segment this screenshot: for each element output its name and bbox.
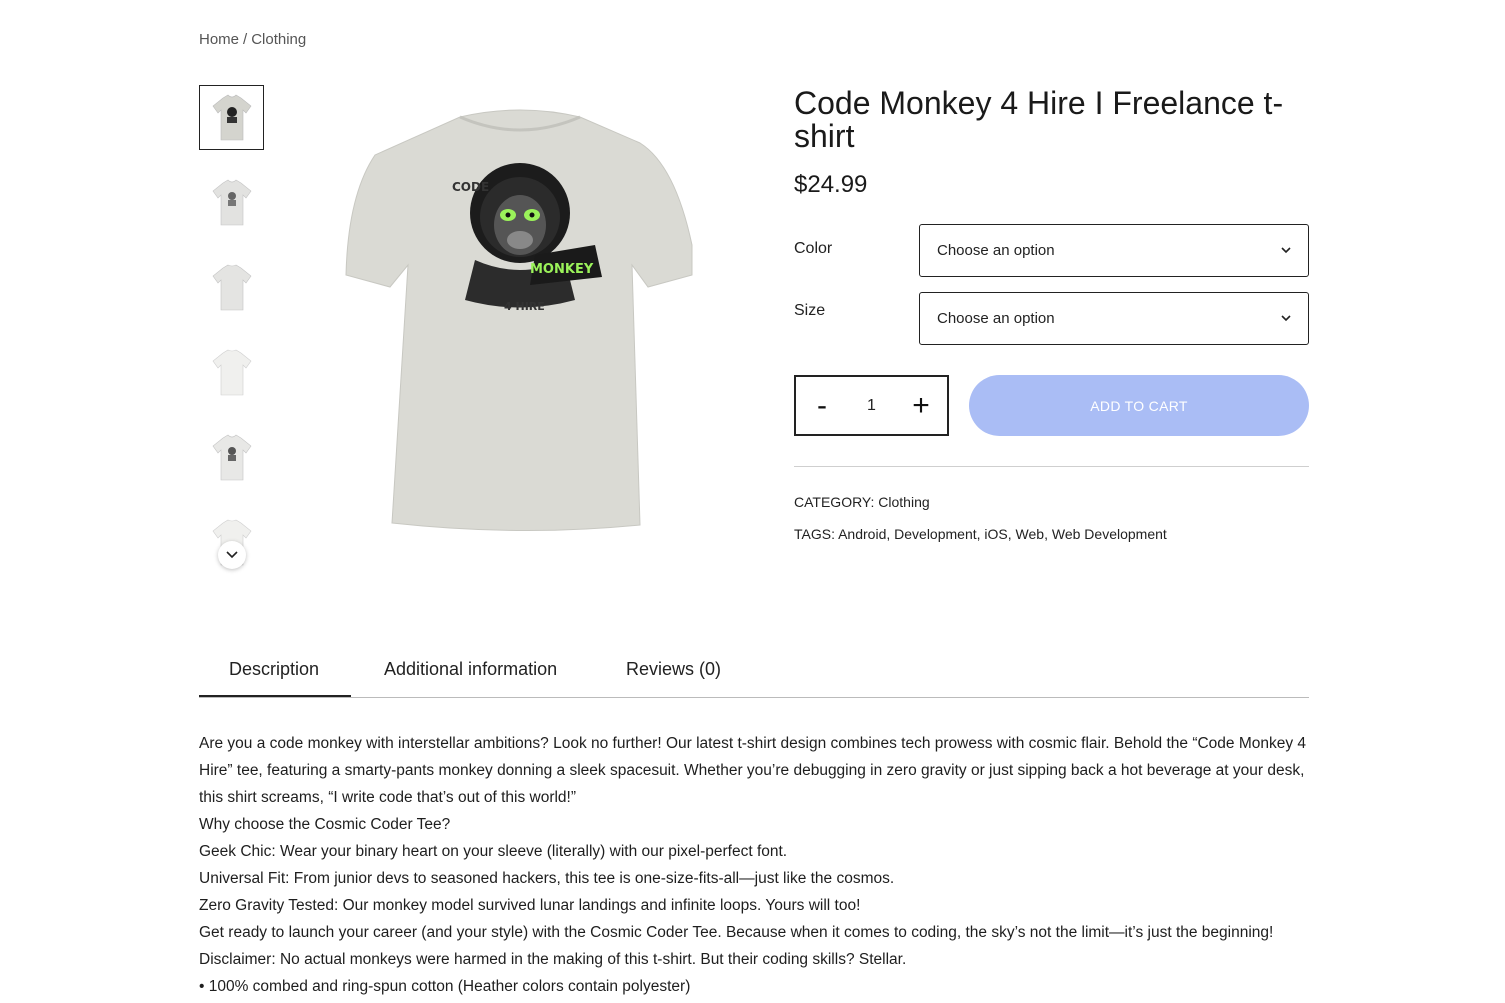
tab-additional-information[interactable]: Additional information [384, 659, 557, 680]
thumbnail-gallery [199, 85, 264, 595]
description-paragraph: Why choose the Cosmic Coder Tee? [199, 816, 451, 833]
tshirt-front-icon [212, 179, 251, 225]
thumbnail-4[interactable] [199, 340, 264, 405]
tab-description[interactable]: Description [229, 659, 319, 680]
design-hire-text: 4 HIRE [504, 300, 545, 313]
chevron-down-icon [1281, 315, 1291, 322]
category-label: CATEGORY: [794, 494, 875, 510]
chevron-down-icon [226, 551, 238, 559]
tshirt-image: MONKEY CODE 4 HIRE [345, 109, 693, 532]
description-paragraph: Are you a code monkey with interstellar … [199, 735, 1307, 806]
design-code-text: CODE [452, 180, 489, 194]
description-paragraph: Zero Gravity Tested: Our monkey model su… [199, 897, 861, 914]
chevron-down-icon [1281, 247, 1291, 254]
quantity-input[interactable]: 1 [848, 397, 895, 415]
quantity-increase-button[interactable]: + [895, 377, 947, 434]
size-label: Size [794, 302, 826, 319]
size-variation-row: Size Choose an option [794, 292, 1309, 345]
description-paragraph: Disclaimer: No actual monkeys were harme… [199, 951, 907, 968]
main-product-image[interactable]: MONKEY CODE 4 HIRE [330, 95, 710, 545]
breadcrumb: Home / Clothing [199, 31, 306, 48]
thumbnail-3[interactable] [199, 255, 264, 320]
tshirt-back-icon [212, 349, 251, 395]
color-select-value: Choose an option [937, 242, 1055, 259]
description-paragraph: Universal Fit: From junior devs to seaso… [199, 870, 895, 887]
color-select[interactable]: Choose an option [919, 224, 1309, 277]
tag-link-web-development[interactable]: Web Development [1052, 526, 1167, 542]
product-price: $24.99 [794, 171, 868, 198]
design-monkey-text: MONKEY [530, 262, 594, 277]
product-description: Are you a code monkey with interstellar … [199, 730, 1314, 1000]
product-tabs: Description Additional information Revie… [199, 650, 1309, 698]
description-paragraph: Geek Chic: Wear your binary heart on you… [199, 843, 788, 860]
thumbnail-1[interactable] [199, 85, 264, 150]
product-summary: Code Monkey 4 Hire I Freelance t-shirt $… [794, 85, 1309, 542]
size-select-value: Choose an option [937, 310, 1055, 327]
active-tab-indicator [199, 695, 351, 697]
color-variation-row: Color Choose an option [794, 224, 1309, 277]
divider [794, 466, 1309, 467]
color-label: Color [794, 240, 833, 257]
tag-link-ios[interactable]: iOS [984, 526, 1007, 542]
product-category: CATEGORY: Clothing [794, 494, 930, 510]
breadcrumb-separator: / [243, 31, 248, 48]
tag-link-android[interactable]: Android [838, 526, 886, 542]
description-paragraph: Get ready to launch your career (and you… [199, 924, 1274, 941]
tshirt-back-icon [212, 264, 251, 310]
tab-reviews[interactable]: Reviews (0) [626, 659, 721, 680]
thumbnail-scroll-down-button[interactable] [218, 541, 246, 569]
product-title: Code Monkey 4 Hire I Freelance t-shirt [794, 85, 1284, 154]
description-paragraph: • 100% combed and ring-spun cotton (Heat… [199, 978, 691, 995]
breadcrumb-home-link[interactable]: Home [199, 31, 239, 48]
tshirt-front-icon [212, 434, 251, 480]
tag-link-web[interactable]: Web [1016, 526, 1045, 542]
quantity-stepper: - 1 + [794, 375, 949, 436]
size-select[interactable]: Choose an option [919, 292, 1309, 345]
tags-label: TAGS: [794, 526, 835, 542]
tshirt-front-icon [212, 94, 251, 140]
product-tags: TAGS: Android, Development, iOS, Web, We… [794, 526, 1167, 542]
quantity-decrease-button[interactable]: - [796, 377, 848, 434]
thumbnail-2[interactable] [199, 170, 264, 235]
category-link[interactable]: Clothing [878, 494, 929, 510]
add-to-cart-button[interactable]: ADD TO CART [969, 375, 1309, 436]
tag-link-development[interactable]: Development [894, 526, 977, 542]
thumbnail-5[interactable] [199, 425, 264, 490]
breadcrumb-clothing-link[interactable]: Clothing [251, 31, 306, 48]
